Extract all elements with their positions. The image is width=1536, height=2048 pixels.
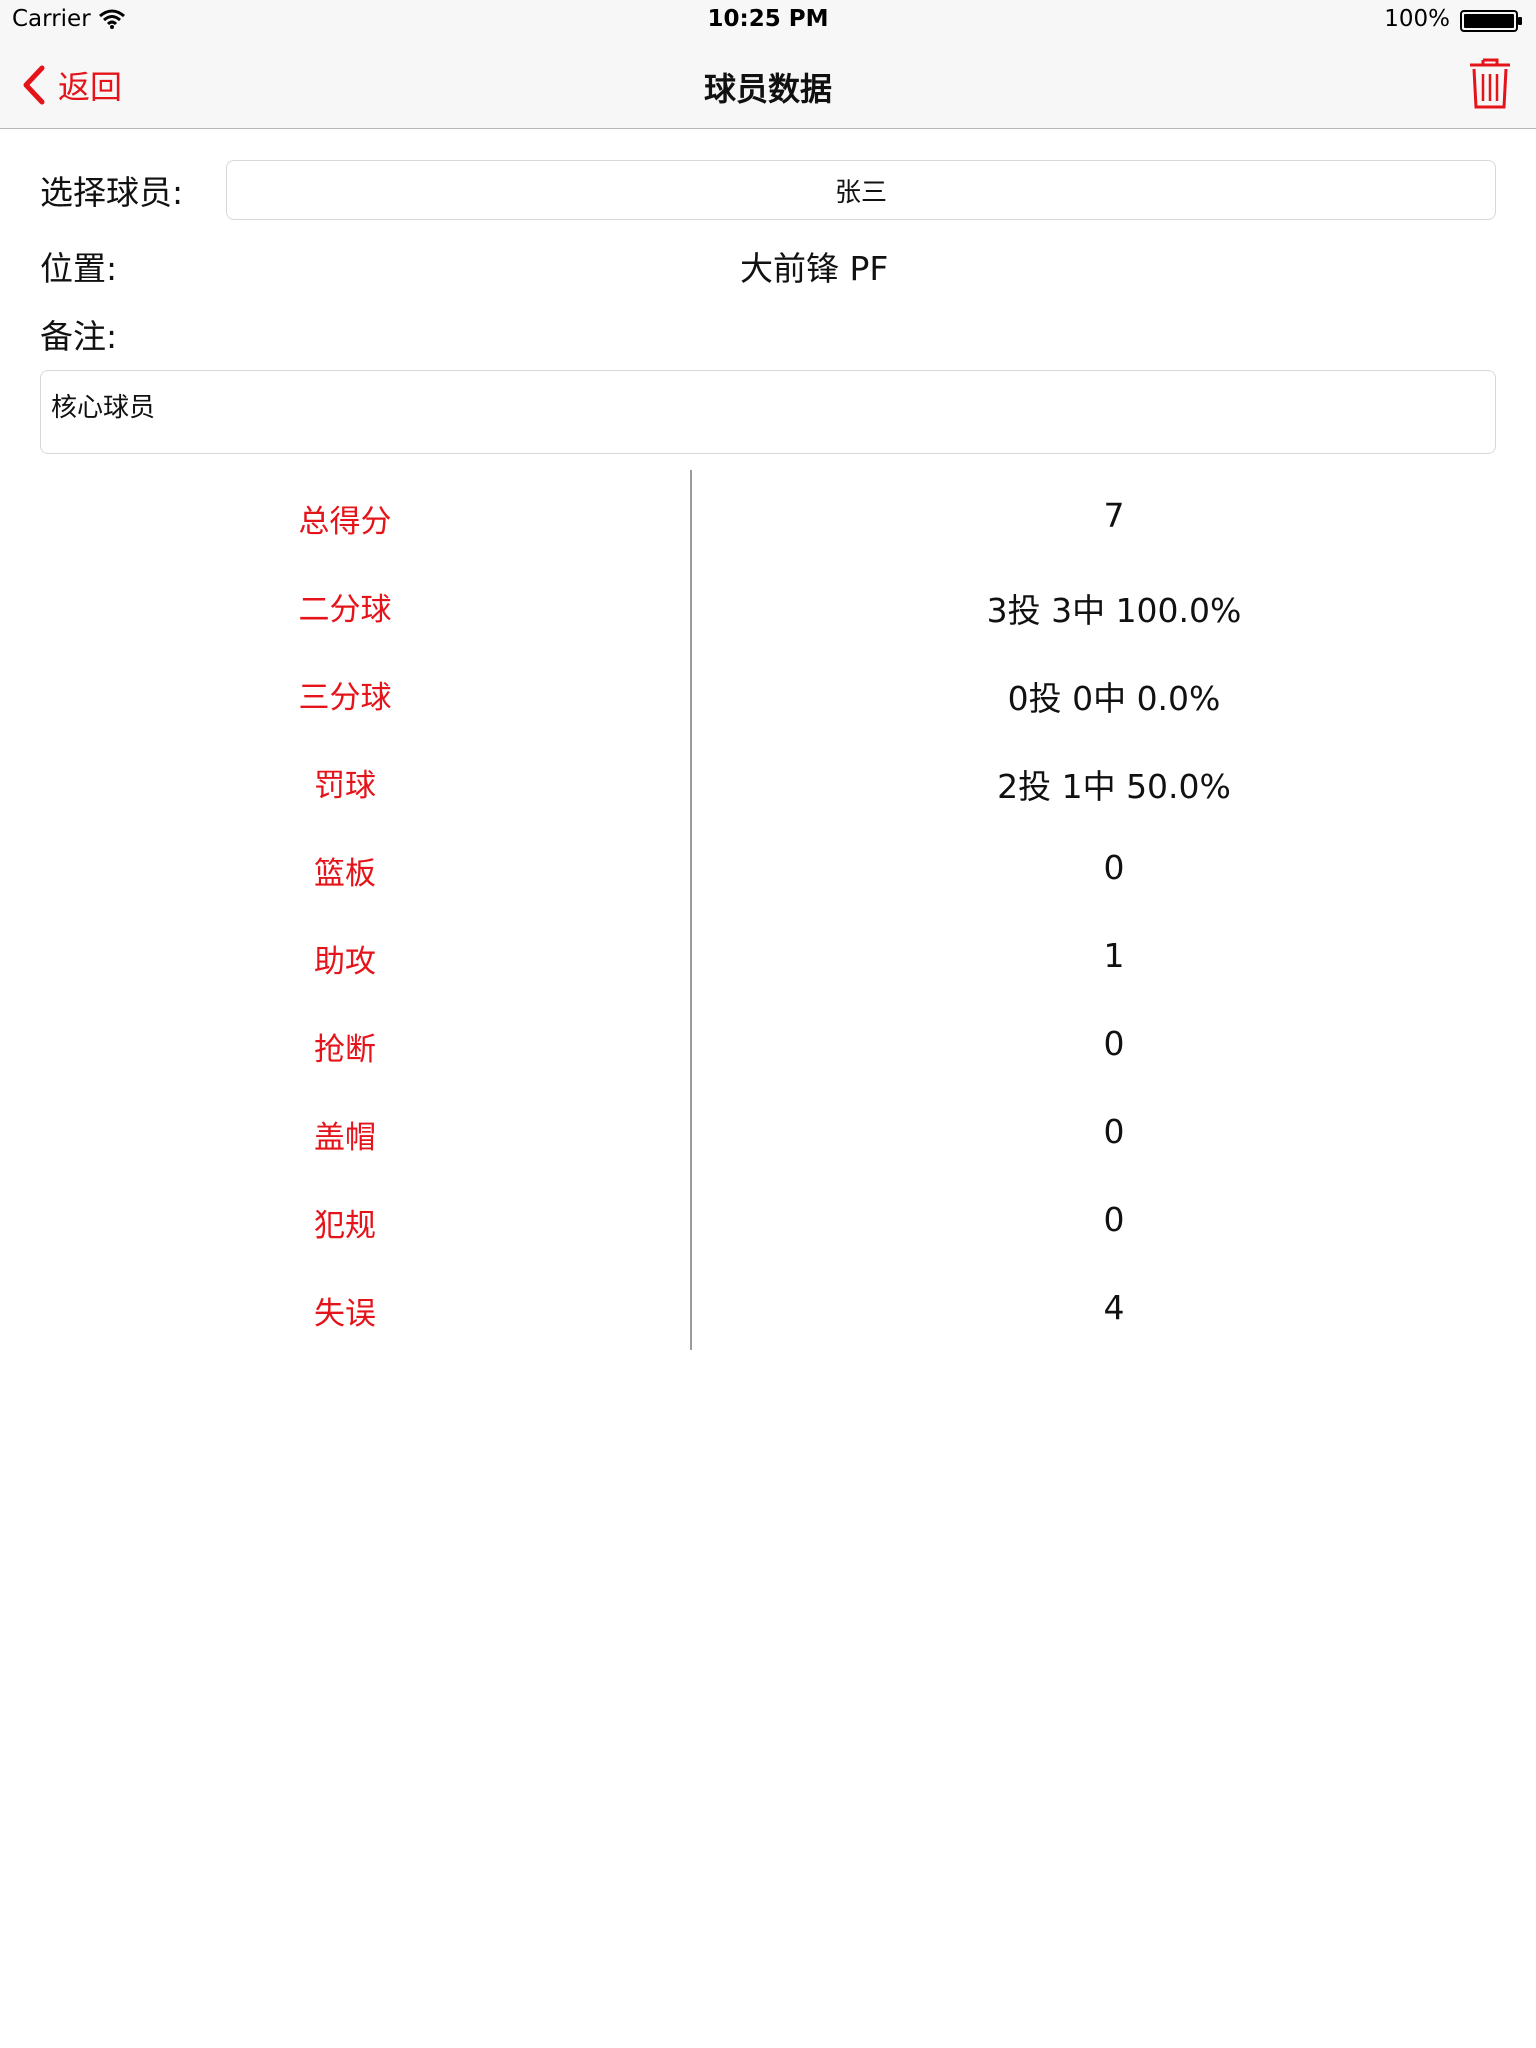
stat-row: 失误 4 — [0, 1262, 1536, 1350]
stat-label: 篮板 — [314, 856, 376, 892]
stat-label: 助攻 — [314, 944, 376, 980]
stat-value: 0 — [1103, 1200, 1125, 1239]
stat-value: 4 — [1103, 1288, 1125, 1327]
position-label: 位置: — [40, 249, 118, 288]
stat-row: 总得分 7 — [0, 470, 1536, 558]
stat-label: 总得分 — [298, 504, 392, 540]
stat-label: 罚球 — [314, 768, 376, 804]
stat-label: 盖帽 — [314, 1120, 376, 1156]
stat-row: 二分球 3投 3中 100.0% — [0, 558, 1536, 646]
page: Carrier 10:25 PM 100% 返回 球员数据 选择球员: 张三 位… — [0, 0, 1536, 2048]
position-value: 大前锋 PF — [740, 249, 889, 288]
stat-row: 盖帽 0 — [0, 1086, 1536, 1174]
status-bar: Carrier 10:25 PM 100% — [0, 0, 1536, 40]
note-text: 核心球员 — [51, 393, 156, 423]
battery-percent: 100% — [1384, 6, 1450, 32]
stat-value: 0 — [1103, 848, 1125, 887]
stat-label: 犯规 — [314, 1208, 376, 1244]
note-label: 备注: — [40, 317, 118, 356]
stat-label: 抢断 — [314, 1032, 376, 1068]
stat-row: 犯规 0 — [0, 1174, 1536, 1262]
stat-value: 0 — [1103, 1024, 1125, 1063]
stat-label: 三分球 — [298, 680, 392, 716]
stat-value: 0 — [1103, 1112, 1125, 1151]
stat-label: 二分球 — [298, 592, 392, 628]
stat-value: 0投 0中 0.0% — [1007, 679, 1221, 718]
stat-row: 助攻 1 — [0, 910, 1536, 998]
stat-row: 罚球 2投 1中 50.0% — [0, 734, 1536, 822]
page-title: 球员数据 — [703, 70, 832, 108]
stat-value: 7 — [1103, 496, 1125, 535]
stat-value: 3投 3中 100.0% — [986, 591, 1242, 630]
stat-label: 失误 — [314, 1296, 376, 1332]
stat-row: 三分球 0投 0中 0.0% — [0, 646, 1536, 734]
player-select[interactable]: 张三 — [226, 160, 1496, 220]
trash-icon[interactable] — [1468, 56, 1512, 110]
stat-value: 2投 1中 50.0% — [997, 767, 1231, 806]
stat-row: 篮板 0 — [0, 822, 1536, 910]
player-select-value: 张三 — [834, 177, 887, 208]
clock: 10:25 PM — [707, 6, 829, 32]
stat-row: 抢断 0 — [0, 998, 1536, 1086]
player-label: 选择球员: — [40, 173, 184, 212]
stat-value: 1 — [1103, 936, 1125, 975]
note-field[interactable]: 核心球员 — [40, 370, 1496, 454]
battery-icon — [1460, 10, 1522, 32]
navigation-bar: 返回 球员数据 — [0, 40, 1536, 129]
